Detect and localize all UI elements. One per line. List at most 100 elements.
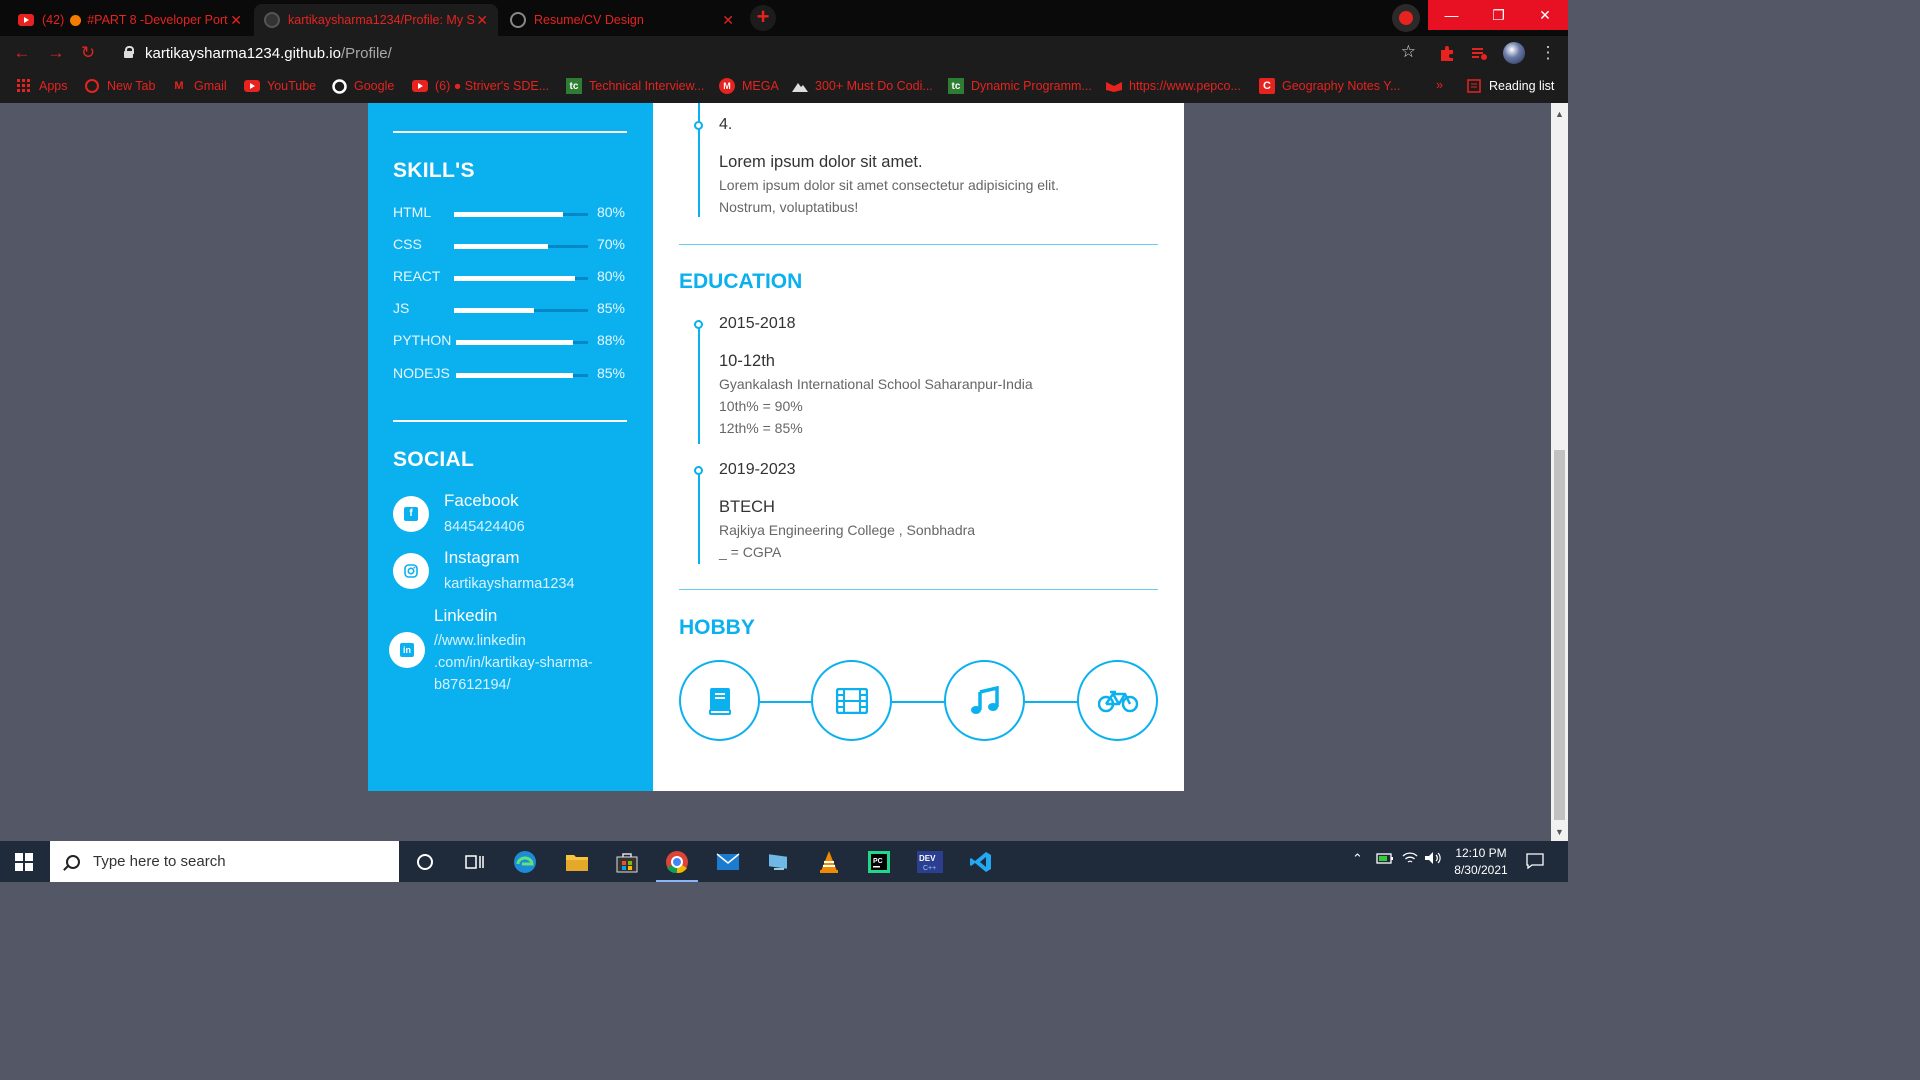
education-line: 12th% = 85%	[719, 420, 803, 436]
skill-name: HTML	[393, 204, 432, 220]
scroll-down-arrow-icon[interactable]: ▼	[1555, 827, 1564, 837]
restore-button[interactable]: ❐	[1475, 0, 1522, 30]
search-placeholder: Type here to search	[93, 853, 226, 870]
task-view-icon[interactable]	[460, 847, 490, 877]
google-icon	[331, 78, 347, 94]
clock-date: 8/30/2021	[1454, 863, 1508, 877]
reading-list-button[interactable]: Reading list	[1466, 78, 1554, 94]
scrollbar-thumb[interactable]	[1554, 450, 1565, 820]
tab-github-profile[interactable]: kartikaysharma1234/Profile: My S ✕	[254, 4, 498, 36]
wifi-icon[interactable]	[1402, 851, 1418, 868]
profile-avatar[interactable]	[1503, 42, 1525, 64]
more-menu-icon[interactable]: ⋮	[1536, 42, 1560, 64]
skill-row: JS 85%	[393, 300, 625, 320]
mail-icon[interactable]	[713, 847, 743, 877]
experience-description: Lorem ipsum dolor sit amet consectetur a…	[719, 174, 1059, 218]
file-explorer-icon[interactable]	[562, 847, 592, 877]
vscode-icon[interactable]	[966, 847, 996, 877]
dev-cpp-icon[interactable]: DEV C++	[915, 847, 945, 877]
tab-developer-portfolio[interactable]: (42) #PART 8 -Developer Port ✕	[8, 4, 252, 36]
bookmark-apps[interactable]: Apps	[16, 78, 68, 94]
skill-bar-fill	[454, 212, 563, 217]
page-viewport[interactable]: SKILL'S HTML 80% CSS 70% REACT 80% JS 85…	[0, 103, 1551, 841]
url-text[interactable]: kartikaysharma1234.github.io/Profile/	[145, 45, 392, 62]
bookmark-star-icon[interactable]: ☆	[1401, 42, 1416, 62]
social-name-linkedin[interactable]: Linkedin	[434, 606, 497, 626]
facebook-icon[interactable]: f	[393, 496, 429, 532]
extension-puzzle-icon[interactable]	[1438, 44, 1456, 62]
scroll-up-arrow-icon[interactable]: ▲	[1555, 109, 1564, 119]
music-icon	[944, 660, 1025, 741]
globe-icon	[510, 12, 526, 28]
bookmarks-overflow-button[interactable]: »	[1436, 78, 1443, 92]
tab-resume-design[interactable]: Resume/CV Design ✕	[500, 4, 744, 36]
close-tab-icon[interactable]: ✕	[722, 12, 734, 29]
close-tab-icon[interactable]: ✕	[230, 12, 242, 29]
taskbar-search-box[interactable]: Type here to search	[50, 841, 399, 882]
bookmark-gmail[interactable]: M Gmail	[171, 78, 226, 94]
experience-number: 4.	[719, 116, 733, 133]
social-name-facebook[interactable]: Facebook	[444, 491, 519, 511]
skill-name: REACT	[393, 268, 441, 284]
skill-percent: 85%	[596, 300, 625, 316]
minimize-button[interactable]: —	[1428, 0, 1475, 30]
media-control-icon[interactable]	[1470, 44, 1488, 62]
address-bar[interactable]: kartikaysharma1234.github.io/Profile/ ☆	[110, 39, 1428, 67]
bookmark-pepcoding[interactable]: https://www.pepco...	[1106, 78, 1241, 94]
skill-bar-fill	[454, 308, 535, 313]
bookmark-geography-notes[interactable]: C Geography Notes Y...	[1259, 78, 1400, 94]
timeline-dot	[694, 320, 703, 329]
close-window-button[interactable]: ✕	[1522, 0, 1568, 30]
social-name-instagram[interactable]: Instagram	[444, 548, 520, 568]
taskbar-clock[interactable]: 12:10 PM 8/30/2021	[1440, 845, 1522, 879]
bookmark-youtube[interactable]: YouTube	[244, 78, 316, 94]
bookmark-new-tab[interactable]: New Tab	[84, 78, 155, 94]
skills-title: SKILL'S	[393, 159, 475, 182]
bookmark-google[interactable]: Google	[331, 78, 394, 94]
chrome-icon[interactable]	[656, 847, 698, 882]
experience-title: Lorem ipsum dolor sit amet.	[719, 153, 923, 171]
this-pc-icon[interactable]	[764, 847, 794, 877]
page-scrollbar[interactable]: ▲ ▼	[1551, 103, 1568, 841]
apps-grid-icon	[16, 78, 32, 94]
store-icon[interactable]	[612, 847, 642, 877]
skill-percent: 88%	[596, 332, 625, 348]
education-degree: 10-12th	[719, 352, 775, 370]
linkedin-url-line: .com/in/kartikay-sharma-	[434, 655, 593, 671]
instagram-icon[interactable]	[393, 553, 429, 589]
vlc-icon[interactable]	[814, 847, 844, 877]
edge-icon[interactable]	[510, 847, 540, 877]
svg-text:PC: PC	[873, 858, 883, 865]
bookmark-dynamic-programming[interactable]: tc Dynamic Programm...	[948, 78, 1092, 94]
windows-start-button[interactable]	[0, 841, 48, 882]
description-line: Lorem ipsum dolor sit amet consectetur a…	[719, 177, 1060, 193]
close-tab-icon[interactable]: ✕	[476, 12, 488, 29]
skill-percent: 70%	[596, 236, 625, 252]
battery-icon[interactable]	[1376, 851, 1394, 868]
github-icon	[264, 12, 280, 28]
linkedin-icon[interactable]: in	[389, 632, 425, 668]
skill-bar-fill	[454, 276, 575, 281]
tc-icon: tc	[948, 78, 964, 94]
cortana-icon[interactable]	[410, 847, 440, 877]
back-arrow-icon[interactable]: ←	[10, 42, 34, 64]
youtube-icon	[244, 78, 260, 94]
record-icon[interactable]	[1392, 4, 1420, 32]
show-hidden-icons-icon[interactable]: ⌃	[1352, 851, 1363, 867]
new-tab-button[interactable]: +	[750, 5, 776, 31]
pycharm-icon[interactable]: PC	[864, 847, 894, 877]
skill-row: NODEJS 85%	[393, 365, 625, 385]
bookmark-technical-interview[interactable]: tc Technical Interview...	[566, 78, 704, 94]
bookmark-striver-sde[interactable]: (6) ● Striver's SDE...	[412, 78, 549, 94]
bookmark-mega[interactable]: M MEGA	[719, 78, 779, 94]
skill-bar	[454, 212, 588, 217]
c-icon: C	[1259, 78, 1275, 94]
search-icon	[66, 854, 80, 869]
education-title: EDUCATION	[679, 270, 803, 293]
linkedin-url-line: b87612194/	[434, 677, 511, 693]
forward-arrow-icon[interactable]: →	[44, 42, 68, 64]
timeline-dot	[694, 466, 703, 475]
reload-icon[interactable]: ↻	[76, 42, 100, 64]
bookmark-must-do-coding[interactable]: 300+ Must Do Codi...	[792, 78, 933, 94]
notifications-icon[interactable]	[1526, 853, 1544, 872]
